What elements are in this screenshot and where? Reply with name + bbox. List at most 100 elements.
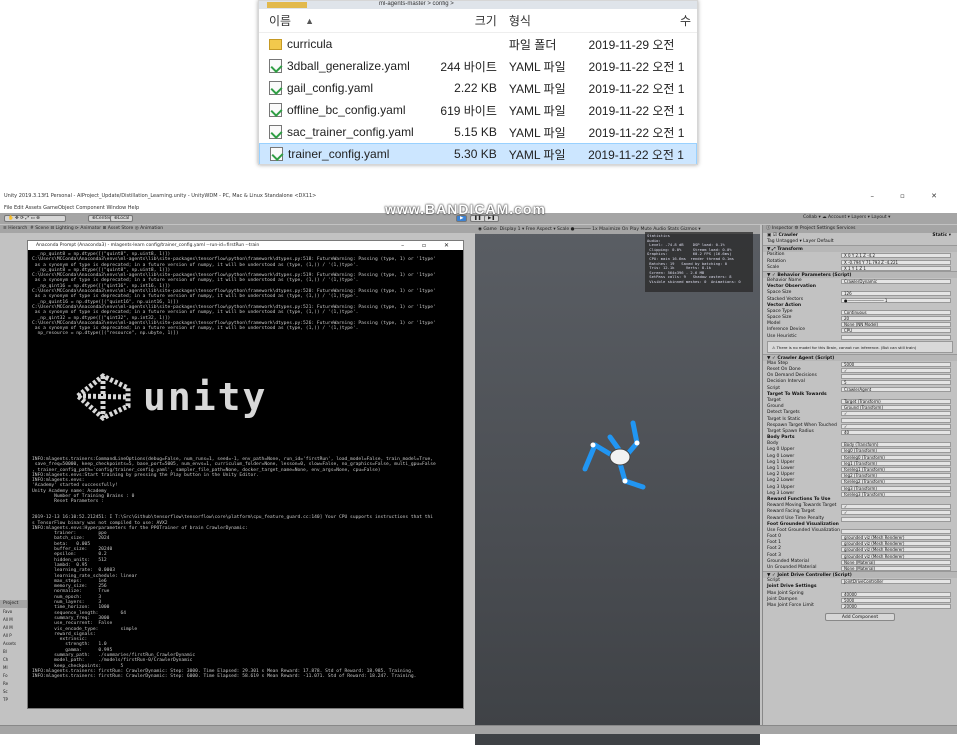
field-label: Model xyxy=(767,321,781,327)
game-view[interactable] xyxy=(475,225,760,745)
window-controls[interactable]: – ▫ ✕ xyxy=(870,190,949,203)
yaml-file-icon xyxy=(269,125,282,139)
column-name-label: 이름 xyxy=(269,14,292,28)
column-header-type[interactable]: 형식 xyxy=(503,12,577,29)
local-toggle[interactable]: ⊕Local xyxy=(110,215,134,222)
field-label: Use Foot Grounded Visualization xyxy=(767,527,840,533)
project-tree-item[interactable]: All M xyxy=(0,624,27,632)
field-value[interactable]: ●─────────────── 1 xyxy=(841,297,951,303)
tab-game[interactable]: ◉ Game xyxy=(478,227,497,232)
project-tree-item[interactable]: Sc xyxy=(0,688,27,696)
add-component-button[interactable]: Add Component xyxy=(825,613,895,622)
inspector-field: Stacked Vectors ●─────────────── 1 xyxy=(763,297,957,303)
inspector-field: Use Heuristic xyxy=(763,334,957,340)
inspector-tabs[interactable]: ⓘ Inspector ⚙ Project Settings Services xyxy=(763,225,957,233)
stats-overlay: Statistics Audio: Level: -74.8 dB DSP lo… xyxy=(645,232,753,292)
active-toggle[interactable]: ☑ xyxy=(773,233,777,238)
scene-tab-bar[interactable]: # Scene ⊟ Lighting ⊳ Animator ⊞ Asset St… xyxy=(27,225,475,233)
field-label: Space Size xyxy=(767,315,792,321)
component-header[interactable]: ▼ ✓ Crawler Agent (Script) xyxy=(763,353,957,361)
field-value[interactable] xyxy=(841,334,951,340)
field-value[interactable]: None (Material) xyxy=(841,566,951,571)
inspector-field: Scale X 1 Y 1 Z 1 xyxy=(763,265,957,271)
tab-hierarchy[interactable]: ≡ Hierarchy xyxy=(0,225,27,233)
field-label: Rotation xyxy=(767,258,786,264)
file-row[interactable]: trainer_config.yaml 5.30 KB YAML 파일 2019-11… xyxy=(259,143,697,164)
field-label: Body xyxy=(767,441,779,447)
file-row[interactable]: gail_config.yaml 2.22 KB YAML 파일 2019-11-22… xyxy=(259,77,697,99)
inspector-field: Leg 3 Lower foreleg3 (Transform) xyxy=(763,491,957,497)
project-tree-item[interactable]: All M xyxy=(0,616,27,624)
project-tree-item[interactable]: All P xyxy=(0,632,27,640)
file-row[interactable]: 3dball_generalize.yaml 244 바이트 YAML 파일 2019… xyxy=(259,55,697,77)
field-label: Max Joint Force Limit xyxy=(767,602,814,608)
transform-tools[interactable]: ✋ ✥ ⟳ ⤢ ▭ ⊕ xyxy=(4,215,66,222)
component-header[interactable]: ▼ ✓ Behavior Parameters (Script) xyxy=(763,270,957,278)
file-date: 2019-11-22 오전 1 xyxy=(588,103,685,118)
file-row[interactable]: offline_bc_config.yaml 619 바이트 YAML 파일 2019… xyxy=(259,99,697,121)
field-label: Script xyxy=(767,385,781,391)
explorer-column-headers: 이름 ▲ 크기 형식 수 xyxy=(259,9,697,33)
tab-project[interactable]: Project xyxy=(0,600,27,608)
field-label: Max Joint Spring xyxy=(767,590,804,596)
field-label: Position xyxy=(767,252,785,258)
project-tree-item[interactable]: TP xyxy=(0,696,27,704)
file-name: sac_trainer_config.yaml xyxy=(287,125,414,139)
cmd-window-controls[interactable]: – ▫ ✕ xyxy=(401,241,457,250)
column-header-date[interactable]: 수 xyxy=(577,12,697,29)
cmd-title: Anaconda Prompt (Anaconda3) - mlagents-l… xyxy=(36,243,260,248)
project-tree-item[interactable]: Assets xyxy=(0,640,27,648)
bandicam-watermark: www.BANDICAM.com xyxy=(385,201,546,217)
column-header-size[interactable]: 크기 xyxy=(423,12,503,29)
tag-layer-row[interactable]: Tag Untagged ▾ Layer Default xyxy=(763,239,957,245)
file-name-cell: offline_bc_config.yaml xyxy=(259,103,423,117)
field-label: Scale xyxy=(767,264,780,270)
field-value[interactable]: 20000 xyxy=(841,603,951,609)
yaml-file-icon xyxy=(269,59,282,73)
project-tree-item[interactable]: Ml xyxy=(0,664,27,672)
file-type: 파일 폴더 xyxy=(508,37,557,52)
component-header[interactable]: ▼ ✓ Joint Drive Controller (Script) xyxy=(763,571,957,579)
field-value[interactable]: JointDriveController xyxy=(841,579,951,585)
field-value[interactable]: CrawlerDynamic xyxy=(841,278,951,284)
file-row[interactable]: sac_trainer_config.yaml 5.15 KB YAML 파일 201… xyxy=(259,121,697,143)
file-date: 2019-11-22 오전 1 xyxy=(588,59,685,74)
inspector-field: Behavior Name CrawlerDynamic xyxy=(763,278,957,284)
field-label: Grounded Material xyxy=(767,558,809,564)
field-label: Space Size xyxy=(767,290,792,296)
yaml-file-icon xyxy=(269,81,282,95)
column-header-name[interactable]: 이름 ▲ xyxy=(259,12,423,29)
explorer-path: ml-agents-master > config > xyxy=(379,1,454,7)
field-label: Ground xyxy=(767,404,784,410)
field-value[interactable] xyxy=(841,516,951,522)
component-header[interactable]: ▼ ⤢ Transform xyxy=(763,245,957,253)
project-tree: Favo All M All M All P Assets Bl Ch Ml Fo Re Sc TP xyxy=(0,608,27,704)
field-value[interactable]: 40 xyxy=(841,429,951,435)
project-tree-item[interactable]: Bl xyxy=(0,648,27,656)
project-tree-item[interactable]: Re xyxy=(0,680,27,688)
console-line: C:\Users\MCConda\Anaconda3\envs\ml-agent… xyxy=(32,257,436,263)
field-label: Decision Interval xyxy=(767,379,805,385)
inspector-field: Script CrawlerAgent xyxy=(763,386,957,392)
field-value[interactable]: CrawlerAgent xyxy=(841,386,951,392)
field-value[interactable]: foreleg3 (Transform) xyxy=(841,491,951,497)
file-row[interactable]: curricula 파일 폴더 2019-11-29 오전 xyxy=(259,33,697,55)
file-name-cell: curricula xyxy=(259,37,423,51)
anaconda-prompt-window[interactable]: Anaconda Prompt (Anaconda3) - mlagents-l… xyxy=(27,240,464,709)
explorer-address-bar[interactable]: ml-agents-master > config > xyxy=(259,1,697,9)
project-tree-item[interactable]: Favo xyxy=(0,608,27,616)
project-tree-item[interactable]: Ch xyxy=(0,656,27,664)
field-value[interactable]: X 1 Y 1 Z 1 xyxy=(841,265,951,271)
field-label: Reward Moving Towards Target xyxy=(767,503,837,509)
field-label: Foot 0 xyxy=(767,534,781,540)
inspector-field: Un Grounded Material None (Material) xyxy=(763,565,957,571)
field-label: Target xyxy=(767,397,781,403)
field-label: Reward Facing Target xyxy=(767,509,815,515)
collab-account-layers-layout[interactable]: Collab ▾ ☁ Account ▾ Layers ▾ Layout ▾ xyxy=(800,215,893,222)
stats-text: Statistics Audio: Level: -74.8 dB DSP lo… xyxy=(647,233,741,284)
project-tree-item[interactable]: Fo xyxy=(0,672,27,680)
object-name[interactable]: Crawler xyxy=(778,233,798,238)
file-name-cell: sac_trainer_config.yaml xyxy=(259,125,423,139)
field-label: Foot 1 xyxy=(767,540,781,546)
field-label: Leg 1 Upper xyxy=(767,459,795,465)
